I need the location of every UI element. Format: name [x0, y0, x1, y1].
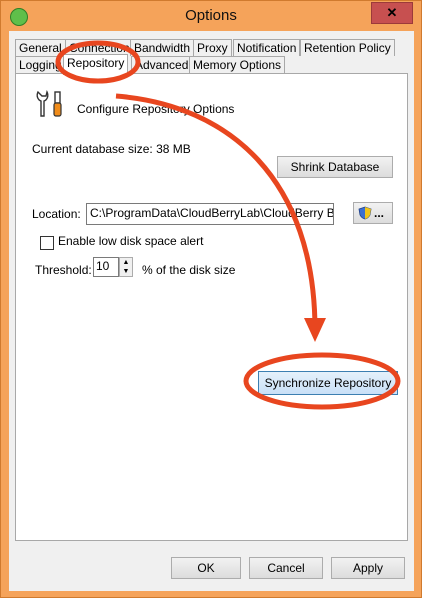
tab-retention-policy[interactable]: Retention Policy — [300, 39, 395, 56]
location-label: Location: — [32, 207, 81, 221]
window-title: Options — [185, 7, 237, 24]
browse-button[interactable]: ... — [353, 202, 393, 224]
shield-icon — [358, 206, 372, 220]
repository-header: Configure Repository Options — [77, 102, 235, 116]
low-disk-alert-checkbox[interactable] — [40, 236, 54, 250]
tab-advanced[interactable]: Advanced — [131, 56, 193, 73]
low-disk-alert-label: Enable low disk space alert — [58, 234, 204, 248]
title-bar[interactable]: Options ✕ — [1, 1, 421, 31]
browse-button-label: ... — [374, 206, 385, 220]
dialog-client-area: General Connection Bandwidth Proxy Notif… — [9, 31, 414, 591]
threshold-label: Threshold: — [35, 263, 92, 277]
shrink-database-button[interactable]: Shrink Database — [277, 156, 393, 178]
db-size-label: Current database size: 38 MB — [32, 142, 191, 156]
tab-proxy[interactable]: Proxy — [193, 39, 232, 56]
tab-memory-options[interactable]: Memory Options — [189, 56, 286, 73]
tab-bandwidth[interactable]: Bandwidth — [130, 39, 195, 56]
repository-tab-panel: Configure Repository Options Current dat… — [15, 73, 408, 541]
close-button[interactable]: ✕ — [371, 2, 413, 24]
tools-icon — [36, 89, 62, 117]
threshold-spinner[interactable]: ▲ ▼ — [119, 257, 133, 277]
synchronize-repository-button[interactable]: Synchronize Repository — [258, 371, 398, 395]
tab-logging[interactable]: Logging — [15, 56, 66, 73]
ok-button[interactable]: OK — [171, 557, 241, 579]
options-window: Options ✕ General Connection Bandwidth P… — [0, 0, 422, 598]
tab-repository[interactable]: Repository — [63, 54, 129, 75]
threshold-input[interactable]: 10 — [93, 257, 119, 277]
threshold-suffix: % of the disk size — [142, 263, 236, 277]
tab-general[interactable]: General — [15, 39, 66, 56]
tab-notification[interactable]: Notification — [233, 39, 301, 56]
cancel-button[interactable]: Cancel — [249, 557, 323, 579]
apply-button[interactable]: Apply — [331, 557, 405, 579]
location-input[interactable]: C:\ProgramData\CloudBerryLab\CloudBerry … — [86, 203, 334, 225]
